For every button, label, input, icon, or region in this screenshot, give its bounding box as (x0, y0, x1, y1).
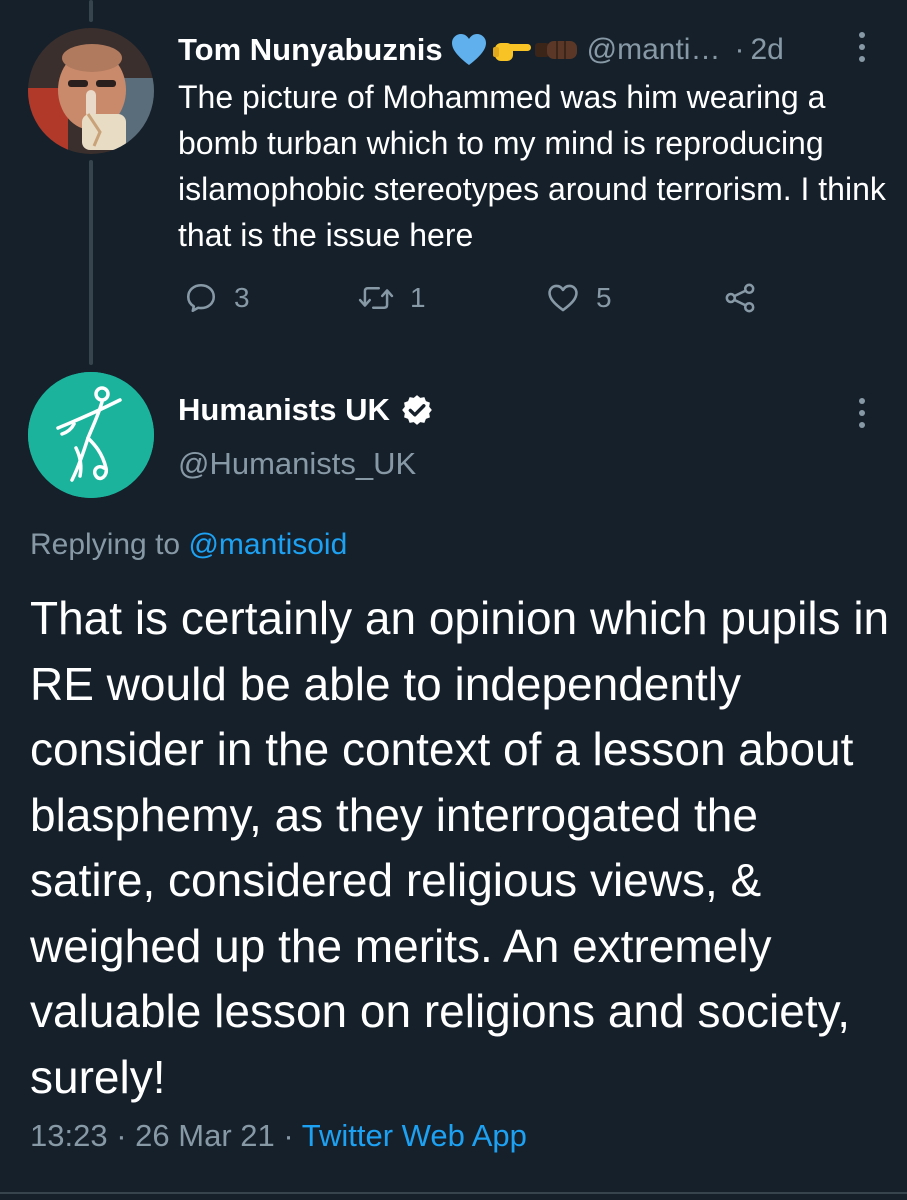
retweet-button[interactable]: 1 (358, 276, 426, 320)
more-options-icon[interactable] (857, 32, 867, 62)
thread-connector-line (89, 160, 93, 365)
replying-to-link[interactable]: @mantisoid (188, 528, 347, 561)
reply-button[interactable]: 3 (184, 276, 250, 320)
reply-icon (186, 283, 216, 313)
author-handle[interactable]: @Humanists_UK (178, 446, 416, 482)
reply-tweet-header: Tom Nunyabuznis @manti… · 2d (178, 28, 784, 72)
share-button[interactable] (722, 276, 758, 320)
author-handle[interactable]: @manti… (587, 33, 721, 67)
humanists-logo-icon (28, 372, 154, 498)
separator: · (283, 1118, 294, 1153)
more-options-icon[interactable] (857, 398, 867, 428)
main-tweet-author: Humanists UK (178, 388, 434, 432)
author-name[interactable]: Humanists UK (178, 392, 390, 428)
verified-badge-icon (400, 393, 434, 427)
avatar[interactable] (28, 372, 154, 498)
tweet-time[interactable]: 2d (750, 33, 783, 67)
replying-to-label: Replying to (30, 528, 181, 561)
retweet-count: 1 (410, 282, 426, 313)
tweet-metadata: 13:23 · 26 Mar 21 · Twitter Web App (30, 1118, 527, 1154)
fist-icon (534, 35, 579, 65)
like-count: 5 (596, 282, 612, 313)
thread-connector-line (89, 0, 93, 22)
author-name[interactable]: Tom Nunyabuznis (178, 32, 443, 68)
tweet-source-link[interactable]: Twitter Web App (302, 1118, 527, 1153)
separator: · (734, 33, 745, 66)
share-icon (725, 283, 755, 313)
tweet-text: That is certainly an opinion which pupil… (30, 592, 890, 1103)
heart-icon (548, 284, 578, 312)
tweet-date[interactable]: 26 Mar 21 (135, 1118, 275, 1153)
like-button[interactable]: 5 (546, 276, 612, 320)
separator: · (116, 1118, 127, 1153)
reply-count: 3 (234, 282, 250, 313)
retweet-icon (358, 287, 394, 309)
avatar-photo (28, 28, 154, 154)
pointing-hand-icon (492, 35, 533, 65)
blue-heart-icon (451, 33, 487, 67)
divider (0, 1192, 907, 1194)
tweet-action-bar: 3 1 5 (178, 276, 878, 320)
replying-to: Replying to @mantisoid (30, 528, 347, 562)
tweet-text: The picture of Mohammed was him wearing … (178, 79, 886, 253)
tweet-time[interactable]: 13:23 (30, 1118, 108, 1153)
avatar[interactable] (28, 28, 154, 154)
